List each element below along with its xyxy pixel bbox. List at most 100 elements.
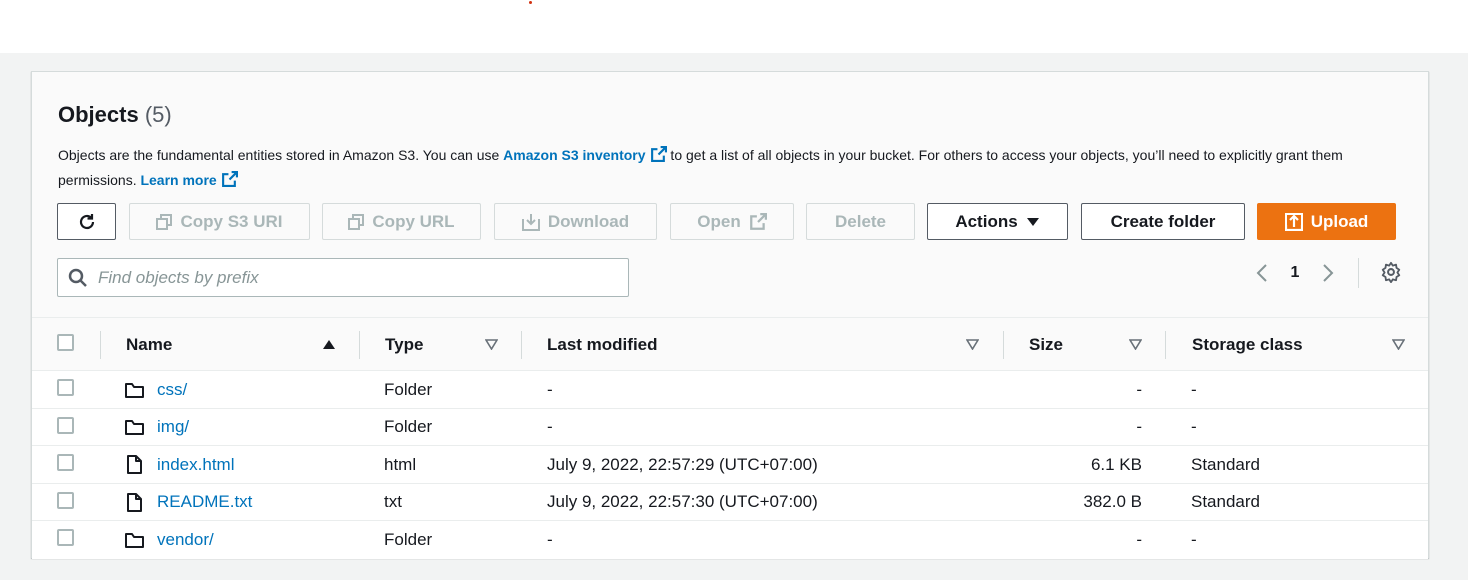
folder-icon bbox=[125, 409, 144, 446]
copy-s3-uri-button[interactable]: Copy S3 URI bbox=[129, 203, 310, 240]
create-folder-label: Create folder bbox=[1110, 211, 1216, 231]
learn-more-link[interactable]: Learn more bbox=[140, 171, 238, 188]
copy-icon bbox=[156, 213, 173, 230]
column-header-size[interactable]: Size bbox=[1029, 318, 1063, 372]
object-size: 382.0 B bbox=[1083, 492, 1142, 511]
row-checkbox[interactable] bbox=[57, 454, 74, 471]
next-page-button[interactable] bbox=[1313, 258, 1343, 288]
copy-url-label: Copy URL bbox=[372, 211, 455, 231]
search-box bbox=[57, 258, 629, 297]
objects-count: (5) bbox=[144, 102, 172, 127]
sort-icon[interactable] bbox=[966, 339, 979, 350]
column-divider bbox=[100, 331, 101, 359]
object-last-modified: - bbox=[547, 417, 553, 436]
object-name-link[interactable]: index.html bbox=[157, 446, 234, 483]
object-type: Folder bbox=[384, 379, 433, 399]
copy-url-button[interactable]: Copy URL bbox=[322, 203, 481, 240]
sort-icon[interactable] bbox=[1392, 339, 1405, 350]
search-icon bbox=[68, 268, 87, 287]
chevron-left-icon bbox=[1256, 264, 1267, 282]
table-row: vendor/ Folder - - - bbox=[32, 521, 1428, 559]
upload-button[interactable]: Upload bbox=[1257, 203, 1396, 240]
caret-down-icon bbox=[1026, 217, 1039, 226]
actions-dropdown[interactable]: Actions bbox=[927, 203, 1068, 240]
object-name-link[interactable]: vendor/ bbox=[157, 521, 214, 558]
refresh-button[interactable] bbox=[57, 203, 116, 240]
table-row: css/ Folder - - - bbox=[32, 371, 1428, 409]
folder-icon bbox=[125, 521, 144, 558]
open-button[interactable]: Open bbox=[670, 203, 794, 240]
object-last-modified: July 9, 2022, 22:57:30 (UTC+07:00) bbox=[547, 492, 818, 511]
table-body: css/ Folder - - - img/ Folder - - - inde… bbox=[32, 371, 1428, 559]
notification-dot bbox=[529, 1, 532, 4]
download-label: Download bbox=[547, 211, 630, 231]
learn-more-label: Learn more bbox=[140, 172, 217, 188]
column-header-last-modified[interactable]: Last modified bbox=[547, 318, 658, 372]
gear-icon bbox=[1381, 261, 1401, 283]
object-storage-class: Standard bbox=[1191, 454, 1260, 474]
table-header: Name Type Last modified Size Storage cla… bbox=[32, 317, 1428, 371]
s3-inventory-link-label: Amazon S3 inventory bbox=[503, 147, 646, 163]
file-icon bbox=[126, 446, 143, 483]
objects-description: Objects are the fundamental entities sto… bbox=[58, 143, 1398, 193]
sort-icon[interactable] bbox=[1129, 339, 1142, 350]
object-storage-class: Standard bbox=[1191, 492, 1260, 511]
sort-ascending-icon[interactable] bbox=[322, 339, 336, 350]
folder-icon bbox=[125, 371, 144, 408]
object-size: 6.1 KB bbox=[1090, 454, 1142, 474]
column-divider bbox=[521, 331, 522, 359]
select-all-checkbox[interactable] bbox=[57, 334, 74, 351]
download-icon bbox=[521, 213, 540, 231]
s3-inventory-link[interactable]: Amazon S3 inventory bbox=[503, 146, 667, 163]
page-title: Objects (5) bbox=[58, 102, 172, 128]
row-checkbox[interactable] bbox=[57, 491, 74, 509]
object-type: txt bbox=[384, 492, 402, 511]
table-row: README.txt txt July 9, 2022, 22:57:30 (U… bbox=[32, 483, 1428, 521]
delete-button[interactable]: Delete bbox=[806, 203, 915, 240]
actions-label: Actions bbox=[955, 211, 1018, 231]
previous-page-button[interactable] bbox=[1247, 258, 1277, 288]
row-checkbox[interactable] bbox=[57, 529, 74, 546]
open-label: Open bbox=[697, 211, 741, 231]
column-divider bbox=[1003, 331, 1004, 359]
copy-icon bbox=[348, 213, 365, 230]
top-bar bbox=[0, 0, 1468, 53]
object-size: - bbox=[1136, 529, 1142, 549]
object-name-link[interactable]: img/ bbox=[157, 409, 189, 446]
object-name-link[interactable]: README.txt bbox=[157, 484, 252, 521]
object-type: Folder bbox=[384, 417, 433, 436]
objects-panel: Objects (5) Objects are the fundamental … bbox=[31, 71, 1429, 559]
external-link-icon bbox=[749, 212, 767, 230]
column-divider bbox=[359, 331, 360, 359]
search-input[interactable] bbox=[98, 267, 618, 288]
upload-label: Upload bbox=[1310, 211, 1369, 231]
object-last-modified: - bbox=[547, 379, 553, 399]
pagination: 1 bbox=[1247, 258, 1343, 288]
row-checkbox[interactable] bbox=[57, 416, 74, 434]
file-icon bbox=[126, 484, 143, 521]
create-folder-button[interactable]: Create folder bbox=[1081, 203, 1245, 240]
object-type: html bbox=[384, 454, 417, 474]
object-size: - bbox=[1136, 379, 1142, 399]
column-header-name[interactable]: Name bbox=[126, 318, 172, 372]
description-text-1: Objects are the fundamental entities sto… bbox=[58, 147, 504, 163]
download-button[interactable]: Download bbox=[494, 203, 657, 240]
object-last-modified: - bbox=[547, 529, 553, 549]
object-type: Folder bbox=[384, 529, 433, 549]
table-row: img/ Folder - - - bbox=[32, 408, 1428, 446]
column-header-type[interactable]: Type bbox=[385, 318, 423, 372]
upload-icon bbox=[1284, 212, 1303, 231]
sort-icon[interactable] bbox=[485, 339, 498, 350]
row-checkbox[interactable] bbox=[57, 379, 74, 396]
copy-s3-uri-label: Copy S3 URI bbox=[180, 211, 283, 231]
preferences-button[interactable] bbox=[1378, 258, 1404, 286]
object-name-link[interactable]: css/ bbox=[157, 371, 187, 408]
object-last-modified: July 9, 2022, 22:57:29 (UTC+07:00) bbox=[547, 454, 818, 474]
column-header-storage-class[interactable]: Storage class bbox=[1192, 318, 1303, 372]
page-number[interactable]: 1 bbox=[1277, 264, 1313, 282]
object-size: - bbox=[1136, 417, 1142, 436]
chevron-right-icon bbox=[1323, 264, 1334, 282]
column-divider bbox=[1165, 331, 1166, 359]
pagination-divider bbox=[1358, 258, 1359, 288]
external-link-icon bbox=[221, 171, 238, 187]
